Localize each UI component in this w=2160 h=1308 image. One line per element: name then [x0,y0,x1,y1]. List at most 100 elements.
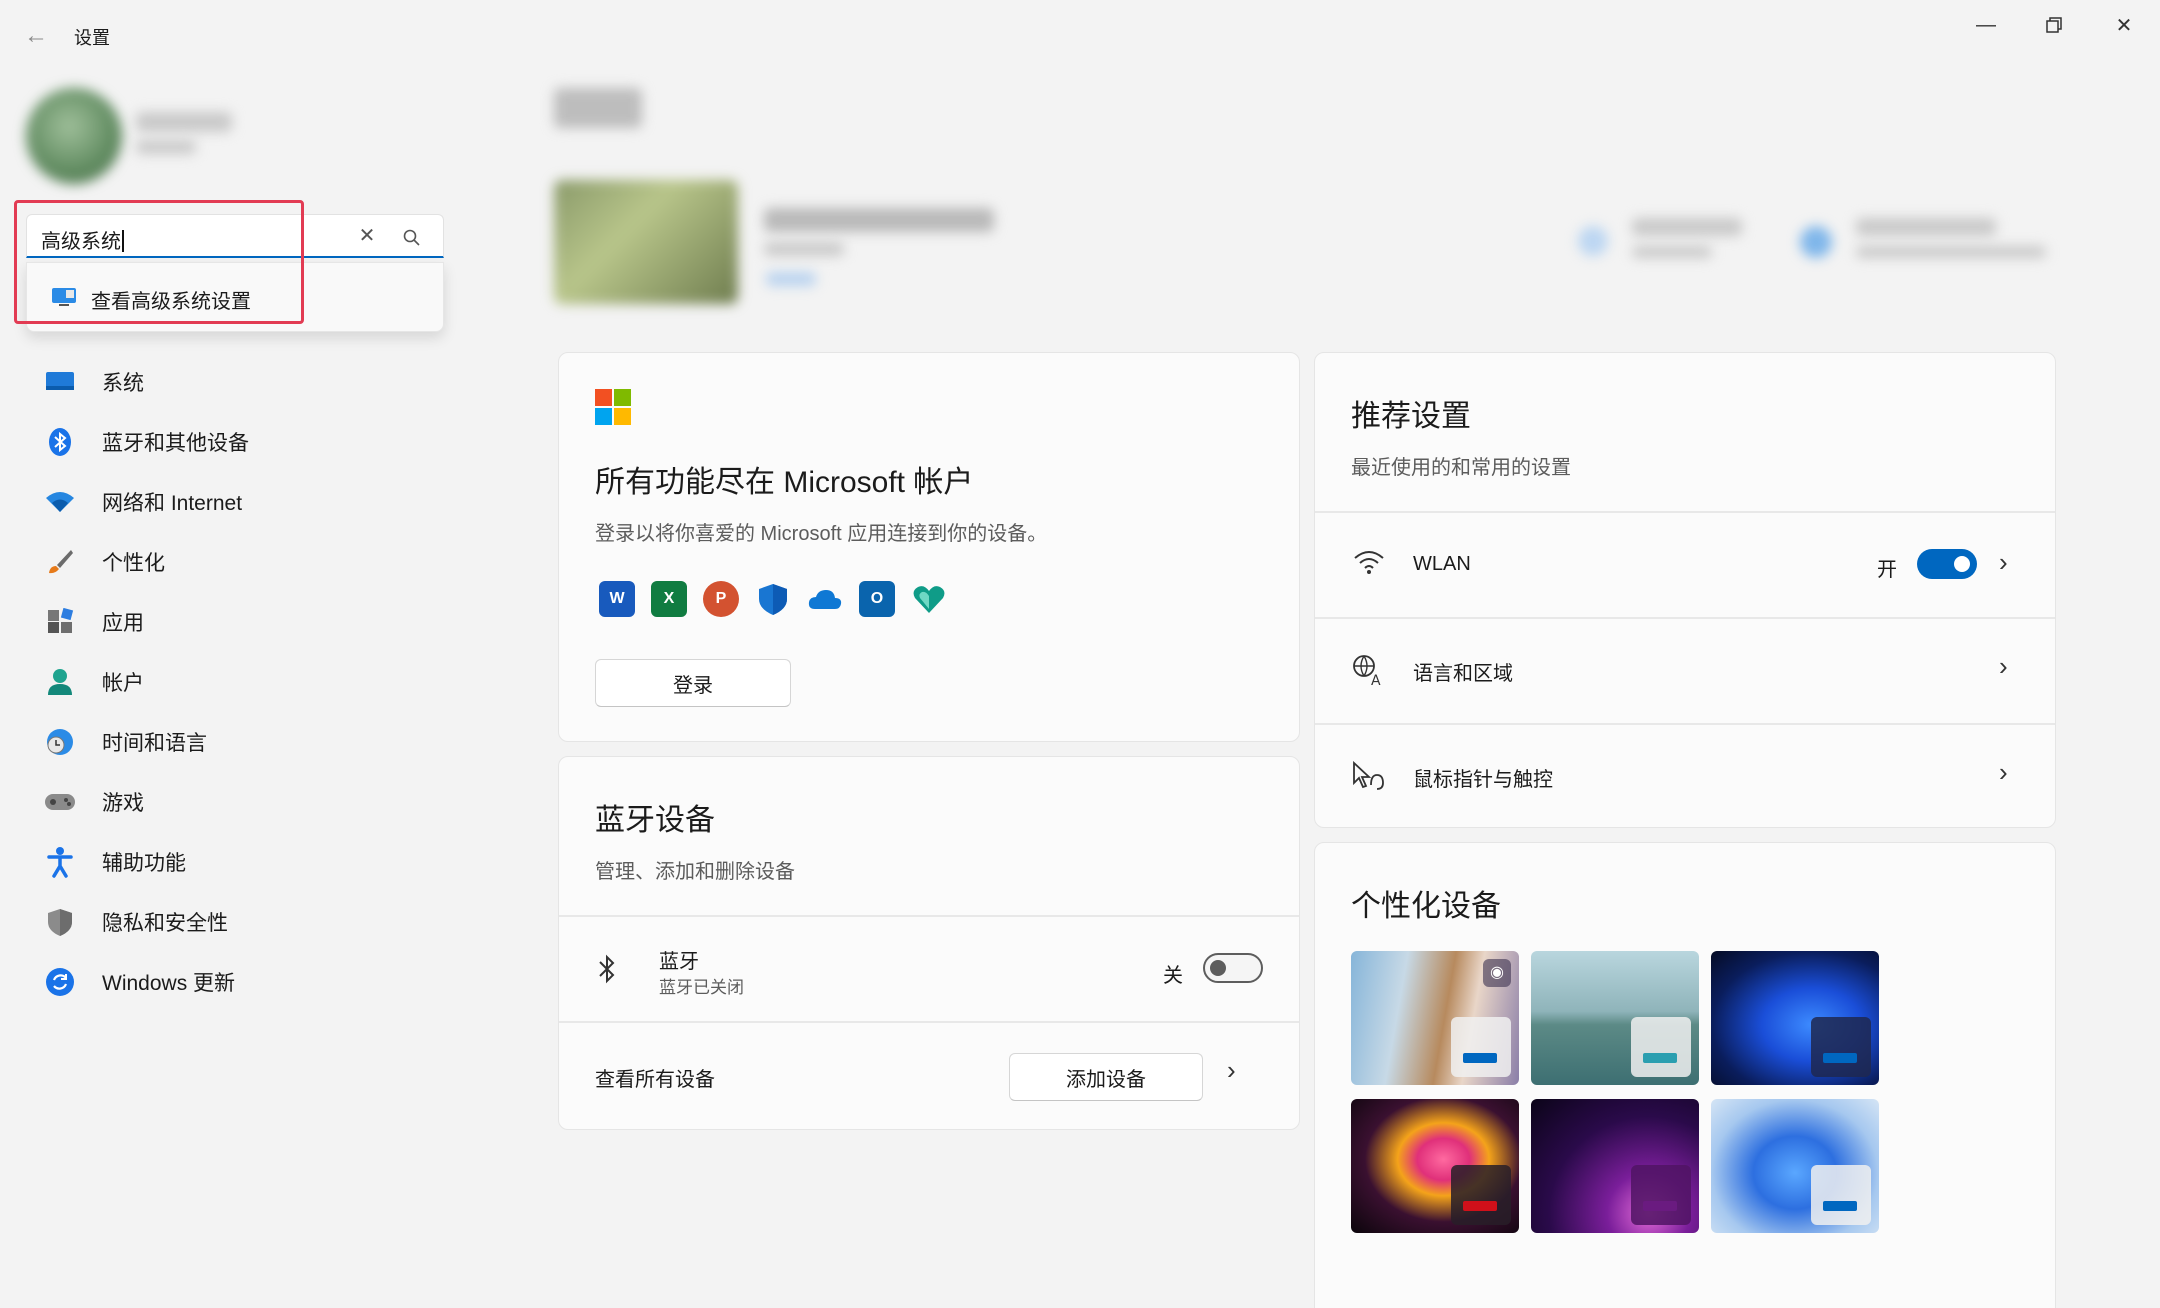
theme-preview-window [1451,1017,1511,1077]
signin-button[interactable]: 登录 [595,659,791,707]
sidebar-item-label: 帐户 [102,672,144,695]
profile-email-blurred [136,140,196,154]
gamepad-icon [38,786,82,818]
theme-thumbnail[interactable] [1531,1099,1699,1233]
divider [559,915,1299,917]
sidebar-item-apps[interactable]: 应用 [28,596,488,648]
back-arrow-icon[interactable]: ← [22,22,50,50]
sidebar-item-personalization[interactable]: 个性化 [28,536,488,588]
divider [559,1021,1299,1023]
bluetooth-label: 蓝牙 [659,951,699,973]
theme-preview-window [1631,1165,1691,1225]
theme-thumbnail[interactable] [1711,1099,1879,1233]
update-status-blurred [1800,226,1832,258]
sidebar-item-windows-update[interactable]: Windows 更新 [28,956,488,1008]
recommended-title: 推荐设置 [1351,400,1471,433]
sidebar-item-label: Windows 更新 [102,972,236,995]
bluetooth-toggle-state: 关 [1163,965,1183,987]
search-icon[interactable] [397,223,427,253]
outlook-icon: O [859,581,895,617]
theme-thumbnail[interactable] [1711,951,1879,1085]
excel-icon: X [651,581,687,617]
defender-icon [755,581,791,617]
wlan-toggle[interactable] [1917,549,1977,579]
device-model-blurred [764,242,844,256]
sidebar-item-privacy[interactable]: 隐私和安全性 [28,896,488,948]
sidebar-item-accounts[interactable]: 帐户 [28,656,488,708]
recommended-row-label: WLAN [1413,553,1471,575]
ms-account-title: 所有功能尽在 Microsoft 帐户 [595,466,974,499]
onedrive-label-blurred [1632,218,1742,236]
shield-icon [38,906,82,938]
recommended-row-language[interactable]: A 语言和区域 › [1315,619,2055,721]
apps-icon [38,606,82,638]
theme-thumbnail[interactable] [1351,1099,1519,1233]
powerpoint-icon: P [703,581,739,617]
avatar[interactable] [26,88,122,184]
theme-thumbnail[interactable]: ◉ [1351,951,1519,1085]
sidebar-item-system[interactable]: 系统 [28,356,488,408]
bluetooth-toggle[interactable] [1203,953,1263,983]
sidebar-item-label: 辅助功能 [102,852,186,875]
toggle-knob [1210,960,1226,976]
page-title-blurred [554,88,642,128]
bluetooth-icon [38,426,82,458]
sidebar-item-label: 系统 [102,372,144,395]
theme-accent-bar [1823,1053,1857,1063]
wlan-toggle-state: 开 [1877,559,1897,581]
device-name-blurred [764,208,994,232]
theme-preview-window [1631,1017,1691,1077]
bluetooth-card: 蓝牙设备 管理、添加和删除设备 蓝牙 蓝牙已关闭 关 查看所有设备 添加设备 › [558,756,1300,1130]
theme-accent-bar [1463,1201,1497,1211]
bluetooth-status: 蓝牙已关闭 [659,978,744,997]
accessibility-icon [38,846,82,878]
sidebar-item-label: 蓝牙和其他设备 [102,432,249,455]
sidebar-item-label: 应用 [102,612,144,635]
onedrive-status-blurred [1578,226,1608,256]
bluetooth-card-title: 蓝牙设备 [595,804,715,837]
theme-preview-window [1811,1165,1871,1225]
recommended-row-mouse[interactable]: 鼠标指针与触控 › [1315,725,2055,827]
sidebar-item-bluetooth[interactable]: 蓝牙和其他设备 [28,416,488,468]
brush-icon [38,546,82,578]
sidebar-item-time-language[interactable]: 时间和语言 [28,716,488,768]
chevron-right-icon: › [1999,757,2008,787]
bluetooth-glyph-icon [597,953,617,990]
sidebar-item-label: 隐私和安全性 [102,912,228,935]
theme-preview-window [1451,1165,1511,1225]
update-sub-blurred [1856,246,2046,258]
sidebar-item-gaming[interactable]: 游戏 [28,776,488,828]
sidebar-item-label: 时间和语言 [102,732,207,755]
chevron-right-icon[interactable]: › [1227,1055,1236,1086]
ms-app-icons: W X P O [599,581,947,617]
view-all-devices[interactable]: 查看所有设备 [595,1063,715,1092]
profile-name-blurred [136,112,232,132]
sidebar-item-label: 游戏 [102,792,144,815]
wifi-icon [38,486,82,518]
sidebar-item-network[interactable]: 网络和 Internet [28,476,488,528]
personalize-title: 个性化设备 [1351,890,1501,923]
sidebar-item-label: 网络和 Internet [102,492,243,515]
close-icon[interactable]: ✕ [2094,8,2154,42]
annotation-highlight-box [14,200,304,324]
recommended-row-label: 语言和区域 [1413,663,1513,685]
theme-accent-bar [1643,1201,1677,1211]
add-device-button[interactable]: 添加设备 [1009,1053,1203,1101]
sidebar-item-accessibility[interactable]: 辅助功能 [28,836,488,888]
theme-thumbnail[interactable] [1531,951,1699,1085]
recommended-row-label: 鼠标指针与触控 [1413,769,1553,791]
rename-link-blurred [766,272,816,286]
family-safety-icon [911,581,947,617]
minimize-icon[interactable]: — [1956,8,2016,42]
update-icon [38,966,82,998]
recommended-row-wlan[interactable]: WLAN 开 › [1315,513,2055,617]
app-title: 设置 [74,28,110,48]
restore-icon[interactable] [2024,8,2084,42]
theme-accent-bar [1463,1053,1497,1063]
svg-text:A: A [1371,673,1381,687]
device-image-blurred [554,180,738,304]
mouse-pointer-touch-icon [1351,760,1385,796]
ms-account-card: 所有功能尽在 Microsoft 帐户 登录以将你喜爱的 Microsoft 应… [558,352,1300,742]
microsoft-logo-icon [595,389,631,425]
clear-icon[interactable]: ✕ [349,221,385,251]
